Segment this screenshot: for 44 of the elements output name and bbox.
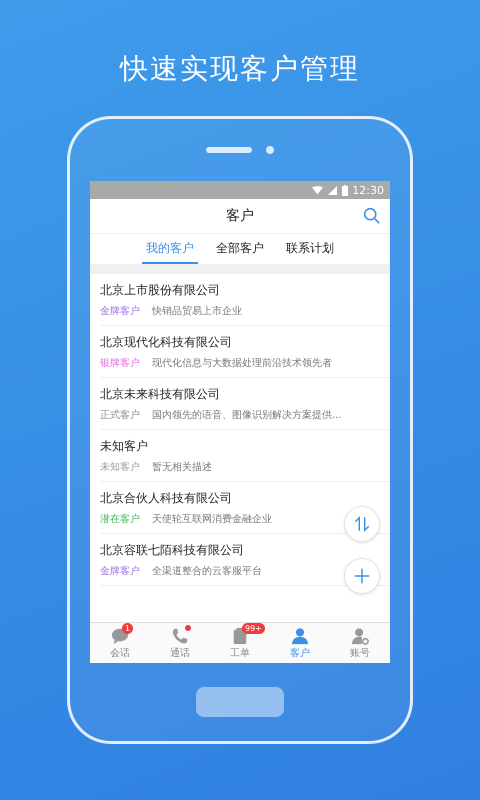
battery-icon (342, 184, 348, 196)
plus-icon (353, 567, 371, 585)
customer-name: 北京现代化科技有限公司 (100, 334, 233, 351)
customer-description: 暂无相关描述 (152, 460, 212, 474)
customer-item[interactable]: 北京现代化科技有限公司 银牌客户 现代化信息与大数据处理前沿技术领先者 (100, 326, 390, 378)
signal-icon (327, 186, 338, 194)
tab[interactable]: 联系计划 (282, 234, 338, 264)
customer-description: 天使轮互联网消费金融企业 (152, 512, 272, 526)
customer-level: 未知客户 (100, 460, 140, 474)
screen-title: 客户 (226, 207, 254, 225)
customer-name: 北京合伙人科技有限公司 (100, 490, 233, 507)
wifi-icon (312, 186, 324, 194)
count-badge: 99+ (242, 622, 265, 634)
speaker-slot (206, 147, 252, 153)
customer-description: 全渠道整合的云客服平台 (152, 564, 262, 578)
customer-name: 北京未来科技有限公司 (100, 386, 221, 403)
customer-description: 现代化信息与大数据处理前沿技术领先者 (152, 356, 332, 370)
customer-level: 金牌客户 (100, 564, 140, 578)
nav-item[interactable]: 1 会话 (90, 623, 150, 663)
customer-level: 正式客户 (100, 408, 140, 422)
add-button[interactable] (344, 558, 380, 594)
customer-name: 未知客户 (100, 438, 149, 455)
customer-description: 国内领先的语音、图像识别解决方案提供... (152, 408, 342, 422)
customer-description: 快销品贸易上市企业 (152, 304, 242, 318)
headline: 快速实现客户管理 (120, 51, 360, 87)
customer-level: 潜在客户 (100, 512, 140, 526)
person-gear-icon (351, 626, 369, 644)
nav-item[interactable]: 99+ 工单 (210, 623, 270, 663)
phone-icon (171, 626, 189, 644)
sort-icon (353, 515, 371, 533)
customer-name: 北京上市股份有限公司 (100, 282, 221, 299)
customer-item[interactable]: 北京未来科技有限公司 正式客户 国内领先的语音、图像识别解决方案提供... (100, 378, 390, 430)
customer-level: 金牌客户 (100, 304, 140, 318)
camera-dot (266, 146, 274, 154)
customer-level: 银牌客户 (100, 356, 140, 370)
count-badge: 1 (122, 622, 134, 634)
customer-item[interactable]: 北京上市股份有限公司 金牌客户 快销品贸易上市企业 (100, 274, 390, 326)
person-icon (291, 626, 309, 644)
tab[interactable]: 全部客户 (212, 234, 268, 264)
search-icon[interactable] (363, 207, 380, 224)
sort-button[interactable] (344, 506, 380, 542)
status-time: 12:30 (352, 184, 384, 196)
customer-item[interactable]: 未知客户 未知客户 暂无相关描述 (100, 430, 390, 482)
customer-name: 北京容联七陌科技有限公司 (100, 542, 245, 559)
